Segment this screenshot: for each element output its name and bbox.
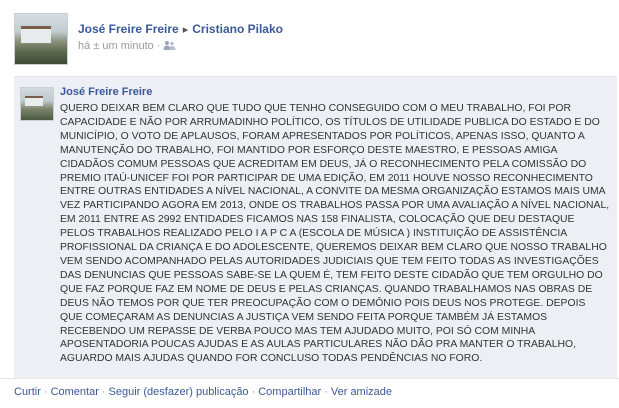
story-header: José Freire Freire ▸ Cristiano Pilako <box>78 22 283 36</box>
shared-post-text: QUERO DEIXAR BEM CLARO QUE TUDO QUE TENH… <box>60 103 610 365</box>
timestamp-link[interactable]: há ± um minuto <box>78 40 154 52</box>
story-meta: há ± um minuto · <box>78 40 176 54</box>
shared-author-avatar[interactable] <box>20 87 54 121</box>
shared-post-panel: José Freire Freire QUERO DEIXAR BEM CLAR… <box>14 76 617 379</box>
recipient-name-link[interactable]: Cristiano Pilako <box>192 22 283 36</box>
action-separator: · <box>43 386 48 398</box>
action-separator: · <box>251 386 256 398</box>
author-name-link[interactable]: José Freire Freire <box>78 22 179 36</box>
arrow-icon: ▸ <box>182 24 189 36</box>
comment-link[interactable]: Comentar <box>51 386 99 398</box>
follow-post-link[interactable]: Seguir (desfazer) publicação <box>109 386 249 398</box>
meta-separator: · <box>156 40 161 52</box>
see-friendship-link[interactable]: Ver amizade <box>331 386 392 398</box>
friends-audience-icon[interactable] <box>163 40 176 54</box>
shared-author-name-link[interactable]: José Freire Freire <box>60 86 152 98</box>
like-link[interactable]: Curtir <box>14 386 41 398</box>
action-bar: Curtir · Comentar · Seguir (desfazer) public… <box>0 378 619 407</box>
author-avatar[interactable] <box>14 13 68 65</box>
action-separator: · <box>101 386 106 398</box>
share-link[interactable]: Compartilhar <box>258 386 321 398</box>
action-separator: · <box>324 386 328 398</box>
